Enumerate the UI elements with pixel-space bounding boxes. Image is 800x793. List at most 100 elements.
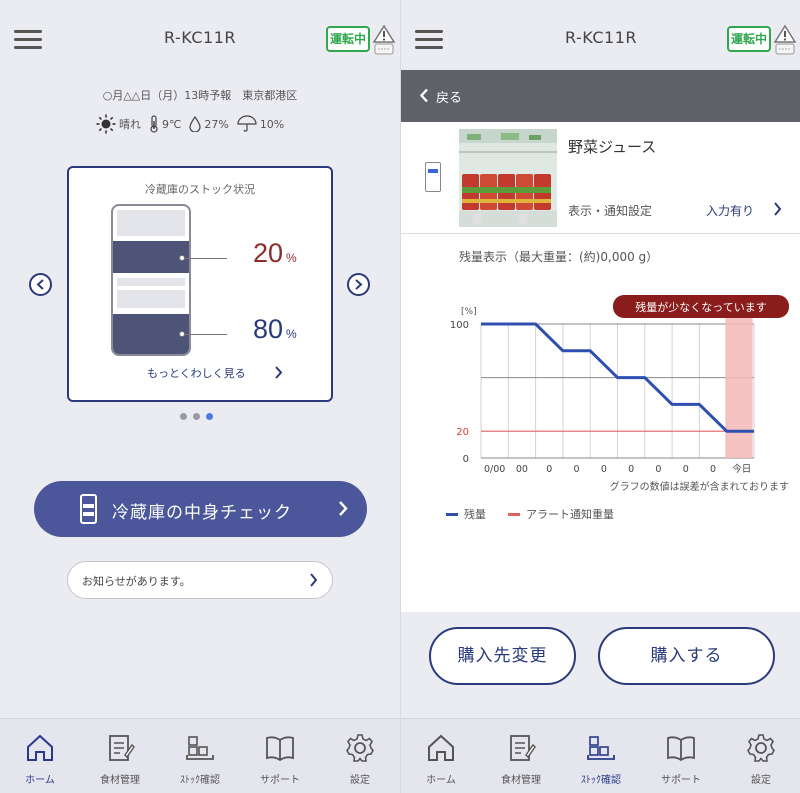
- upper-leader-dot: [179, 255, 185, 261]
- app-header: R-KC11R 運転中: [0, 0, 400, 70]
- carousel-next-button[interactable]: [347, 273, 370, 296]
- x-tick-label: 0: [710, 464, 716, 475]
- fridge-check-label: 冷蔵庫の中身チェック: [112, 503, 292, 523]
- legend-alert-weight: アラート通知重量: [508, 506, 614, 522]
- chart-accuracy-note: グラフの数値は誤差が含まれております: [610, 480, 789, 493]
- forecast-line: ○月△△日（月）13時予報 東京都港区: [102, 89, 298, 102]
- menu-icon[interactable]: [415, 30, 443, 50]
- menu-icon[interactable]: [14, 30, 42, 50]
- app-header: R-KC11R 運転中: [401, 0, 800, 70]
- carousel-prev-button[interactable]: [29, 273, 52, 296]
- fridge-divider: [117, 278, 185, 286]
- more-details-link[interactable]: もっとくわしく見る: [147, 365, 246, 381]
- tab-home-label: ホーム: [25, 775, 55, 786]
- umbrella-icon: [237, 115, 257, 132]
- stock-detail-screen: R-KC11R 運転中 戻る 野菜ジュース 表示・通知設定 入力有り 残量表示（…: [400, 0, 800, 793]
- back-button[interactable]: 戻る: [401, 70, 800, 122]
- tab-settings[interactable]: 設定: [320, 719, 400, 793]
- product-image: [459, 129, 557, 227]
- tab-support[interactable]: サポート: [641, 719, 721, 793]
- warning-icon[interactable]: [372, 24, 396, 56]
- stock-icon: [587, 736, 615, 760]
- tab-settings[interactable]: 設定: [721, 719, 800, 793]
- chevron-left-icon: [36, 279, 44, 290]
- back-label: 戻る: [436, 91, 463, 106]
- purchase-button[interactable]: 購入する: [598, 627, 775, 685]
- carousel-dot-active[interactable]: [206, 413, 213, 420]
- weather-humidity: 27%: [189, 116, 229, 132]
- tab-support-label: サポート: [661, 775, 701, 786]
- remaining-amount-chart: [%] 020100 0/00 00 0 0 0 0 0 0 0 今日 残量が少なくなっています …: [450, 295, 789, 493]
- x-tick-label: 0: [683, 464, 689, 475]
- x-ticks: 0/00 00 0 0 0 0 0 0 0 今日: [484, 463, 751, 475]
- weather-temperature: 9℃: [149, 115, 181, 133]
- food-management-icon: [510, 735, 536, 761]
- y-ticks: 0 20 100: [450, 320, 469, 465]
- home-icon: [27, 734, 53, 761]
- fridge-contents-check-button[interactable]: 冷蔵庫の中身チェック: [34, 481, 367, 537]
- droplet-icon: [189, 116, 201, 132]
- lower-stock-percent: 80%: [253, 314, 297, 345]
- x-tick-label: 0: [628, 464, 634, 475]
- x-tick-label: 0: [574, 464, 580, 475]
- tab-food-management[interactable]: 食材管理: [80, 719, 160, 793]
- chevron-right-icon: [275, 366, 283, 379]
- x-tick-label: 00: [516, 464, 528, 475]
- stock-card-title: 冷蔵庫のストック状況: [145, 183, 255, 196]
- weather-row: 晴れ 9℃ 27% 10%: [96, 113, 292, 135]
- product-name: 野菜ジュース: [568, 138, 657, 156]
- tab-food-management-label: 食材管理: [501, 775, 541, 786]
- upper-percent-unit: %: [286, 251, 297, 265]
- tab-settings-label: 設定: [751, 775, 771, 786]
- display-notification-setting-label: 表示・通知設定: [568, 204, 653, 218]
- upper-percent-value: 20: [253, 238, 284, 268]
- remain-caption: 残量表示（最大重量：(約)0,000 g）: [459, 250, 659, 264]
- tab-stock-check[interactable]: ｽﾄｯｸ確認: [561, 719, 641, 793]
- carousel-dots: [180, 413, 219, 420]
- status-badge: 運転中: [326, 26, 370, 52]
- product-row[interactable]: 野菜ジュース 表示・通知設定 入力有り: [401, 122, 800, 234]
- tab-home[interactable]: ホーム: [401, 719, 481, 793]
- change-vendor-button[interactable]: 購入先変更: [429, 627, 576, 685]
- display-notification-setting-value[interactable]: 入力有り: [706, 202, 754, 219]
- x-tick-label: 今日: [732, 463, 751, 475]
- bottom-tab-bar: ホーム 食材管理 ｽﾄｯｸ確認 サポート 設定: [0, 718, 400, 793]
- model-title: R-KC11R: [163, 28, 236, 47]
- stock-card[interactable]: 冷蔵庫のストック状況 20% 80% もっとくわしく見る: [67, 166, 333, 402]
- home-screen: R-KC11R 運転中 ○月△△日（月）13時予報 東京都港区 晴れ 9℃ 27…: [0, 0, 400, 793]
- tab-settings-label: 設定: [350, 775, 370, 786]
- today-highlight-band: [725, 316, 753, 458]
- carousel-dot[interactable]: [180, 413, 187, 420]
- tab-stock-check[interactable]: ｽﾄｯｸ確認: [160, 719, 240, 793]
- carousel-dot[interactable]: [193, 413, 200, 420]
- model-title: R-KC11R: [564, 28, 637, 47]
- warning-icon[interactable]: [773, 24, 797, 56]
- tab-home[interactable]: ホーム: [0, 719, 80, 793]
- tab-home-label: ホーム: [426, 775, 456, 786]
- low-stock-alert-text: 残量が少なくなっています: [635, 300, 766, 314]
- notice-bar[interactable]: お知らせがあります。: [67, 561, 333, 599]
- rain-label: 10%: [259, 117, 285, 131]
- x-tick-label: 0: [601, 464, 607, 475]
- today-highlight: [725, 316, 753, 458]
- food-management-icon: [109, 735, 135, 761]
- lower-percent-value: 80: [253, 314, 284, 344]
- y-axis-unit: [%]: [461, 307, 477, 317]
- low-stock-alert-banner: 残量が少なくなっています: [613, 295, 789, 318]
- lower-leader-line: [183, 334, 227, 335]
- gear-icon: [346, 734, 374, 762]
- legend-remaining: 残量: [446, 506, 486, 522]
- tab-support-label: サポート: [260, 775, 300, 786]
- book-icon: [266, 736, 294, 762]
- y-tick-label: 0: [463, 454, 469, 465]
- tab-food-management[interactable]: 食材管理: [481, 719, 561, 793]
- home-icon: [428, 734, 454, 761]
- fridge-middle-compartment: [117, 290, 185, 308]
- sun-icon: [96, 114, 116, 134]
- x-tick-label: 0: [546, 464, 552, 475]
- tab-support[interactable]: サポート: [240, 719, 320, 793]
- thermometer-icon: [150, 115, 158, 133]
- chevron-left-icon: [419, 88, 428, 103]
- chevron-right-icon: [339, 501, 348, 516]
- fridge-icon: [80, 494, 97, 524]
